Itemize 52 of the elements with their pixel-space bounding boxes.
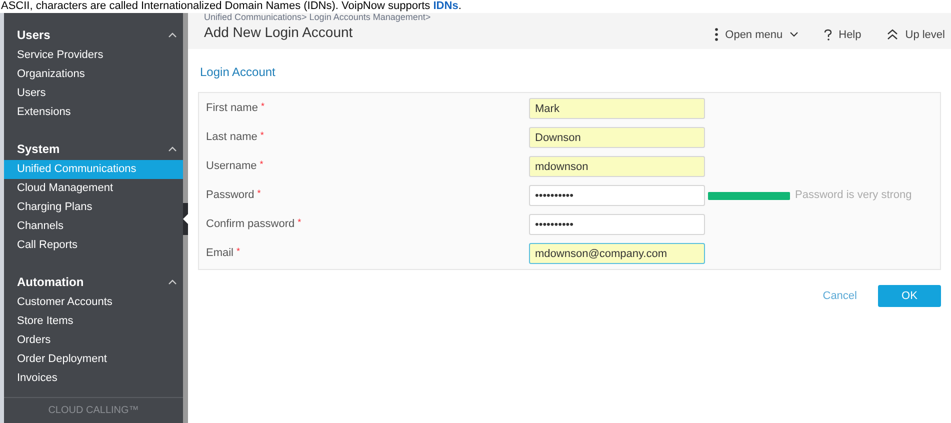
- input-field[interactable]: mdownson: [529, 156, 705, 177]
- input-field[interactable]: ••••••••••: [529, 185, 705, 206]
- input-field[interactable]: mdownson@company.com: [529, 243, 705, 264]
- chevron-up-icon[interactable]: [168, 278, 177, 284]
- required-mark: *: [236, 246, 240, 256]
- input-field[interactable]: Mark: [529, 98, 705, 119]
- page-title: Add New Login Account: [204, 23, 353, 42]
- sidebar-item[interactable]: Charging Plans: [4, 198, 183, 217]
- input-field[interactable]: ••••••••••: [529, 214, 705, 235]
- sidebar-item[interactable]: Service Providers: [4, 46, 183, 65]
- sidebar-section-title: Users: [17, 26, 50, 44]
- required-mark: *: [260, 101, 264, 112]
- sidebar-item[interactable]: Store Items: [4, 312, 183, 331]
- sidebar-item[interactable]: Users: [4, 84, 183, 103]
- sidebar-item[interactable]: Order Deployment: [4, 350, 183, 369]
- field-label: Last name *: [206, 129, 265, 146]
- help-button[interactable]: Help: [824, 26, 862, 43]
- collapse-arrow-icon: [183, 214, 188, 224]
- chevron-down-icon: [790, 32, 798, 38]
- up-level-button[interactable]: Up level: [887, 26, 945, 43]
- sidebar-section-title: Automation: [17, 274, 84, 290]
- sidebar-item[interactable]: Orders: [4, 331, 183, 350]
- sidebar-item[interactable]: Customer Accounts: [4, 293, 183, 312]
- strength-text: Password is very strong: [795, 188, 912, 204]
- required-mark: *: [298, 217, 302, 228]
- required-mark: *: [257, 188, 261, 198]
- field-label: First name *: [206, 100, 266, 116]
- double-chevron-up-icon: [887, 29, 898, 40]
- required-mark: *: [260, 130, 264, 140]
- breadcrumb[interactable]: Unified Communications> Login Accounts Management>: [204, 11, 431, 24]
- sidebar-item[interactable]: Invoices: [4, 369, 183, 388]
- sidebar-section-title: System: [17, 140, 60, 158]
- brand-text: CLOUD CALLING™: [48, 404, 139, 418]
- field-label: Email *: [206, 245, 242, 262]
- collapse-handle[interactable]: [183, 203, 188, 235]
- open-menu-button[interactable]: Open menu: [715, 26, 798, 43]
- field-label: Password *: [206, 187, 262, 204]
- sidebar-item[interactable]: Cloud Management: [4, 179, 183, 198]
- field-label: Username *: [206, 158, 264, 174]
- field-label: Confirm password *: [206, 216, 302, 232]
- chevron-up-icon[interactable]: [168, 32, 177, 38]
- sidebar-item[interactable]: Call Reports: [4, 236, 183, 255]
- documentation-text: ASCII, characters are called Internationalized Domain Names (IDNs). VoipNow supports IDNs.: [1, 0, 462, 13]
- help-icon: [824, 28, 832, 41]
- sidebar-item[interactable]: Channels: [4, 217, 183, 236]
- chevron-up-icon[interactable]: [168, 146, 177, 152]
- sidebar-item[interactable]: Extensions: [4, 103, 183, 122]
- sidebar-item[interactable]: Organizations: [4, 65, 183, 84]
- input-field[interactable]: Downson: [529, 127, 705, 148]
- section-title: Login Account: [199, 64, 276, 81]
- kebab-menu-icon: [715, 28, 718, 42]
- required-mark: *: [260, 159, 264, 170]
